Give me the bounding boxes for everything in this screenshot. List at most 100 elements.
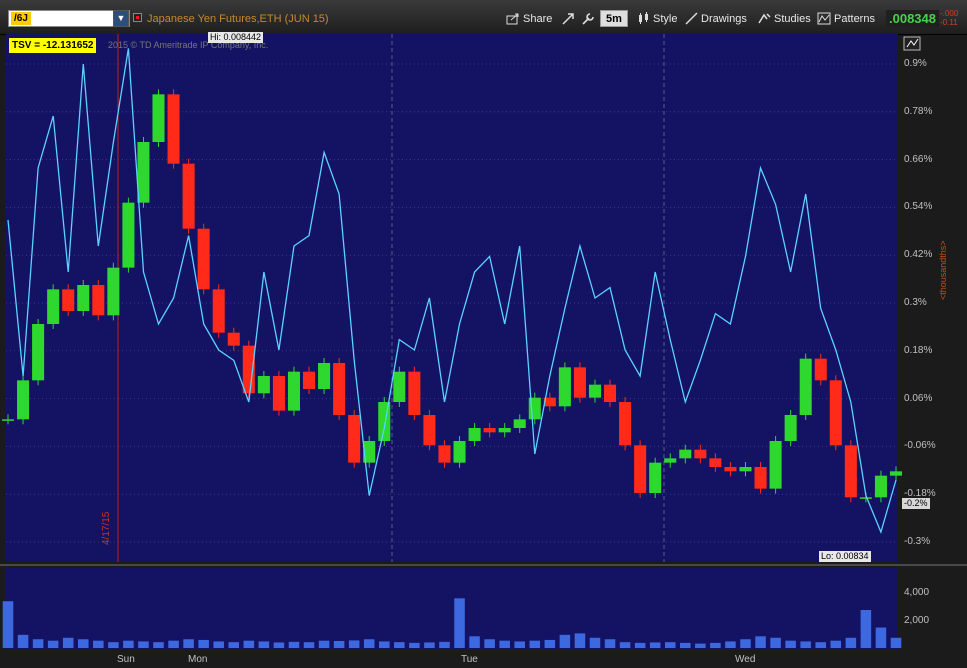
volume-bar xyxy=(108,642,119,648)
date-marker-label: 4/17/15 xyxy=(101,511,112,545)
volume-bar xyxy=(649,642,661,648)
volume-bar xyxy=(815,642,827,648)
volume-bar xyxy=(454,598,465,648)
volume-bar xyxy=(228,642,240,648)
chart-canvas[interactable] xyxy=(0,34,967,668)
price-candle xyxy=(558,367,571,407)
price-candle xyxy=(92,285,105,316)
candlestick-icon xyxy=(639,12,648,24)
volume-bar xyxy=(499,640,510,648)
volume-bar xyxy=(664,642,676,648)
price-candle xyxy=(468,428,481,441)
volume-bar xyxy=(93,640,104,648)
study-label: TSV xyxy=(12,40,32,51)
volume-bar xyxy=(77,639,89,648)
price-candle xyxy=(438,445,451,463)
volume-bar xyxy=(680,642,691,648)
volume-axis-label: 4,000 xyxy=(904,587,930,598)
patterns-label: Patterns xyxy=(834,12,875,25)
symbol-input[interactable]: /6J xyxy=(8,10,130,27)
share-button[interactable]: Share xyxy=(506,10,552,27)
price-candle xyxy=(393,371,406,402)
drawings-icon xyxy=(685,12,698,25)
price-axis-label: -0.06% xyxy=(904,440,936,452)
price-candle xyxy=(498,428,511,433)
timeframe-button[interactable]: 5m xyxy=(600,10,628,27)
time-label-mon: Mon xyxy=(188,654,208,665)
crosshair-icon xyxy=(562,12,574,25)
price-candle xyxy=(859,497,872,499)
volume-bar xyxy=(634,642,646,648)
studies-button[interactable]: Studies xyxy=(757,10,811,27)
price-candle xyxy=(212,289,225,333)
volume-bar xyxy=(574,633,586,648)
style-button[interactable]: Style xyxy=(637,10,677,27)
volume-bar xyxy=(710,642,721,648)
volume-bar xyxy=(409,642,420,648)
price-candle xyxy=(272,376,285,411)
price-candle xyxy=(152,94,165,142)
units-label: <thousandths> xyxy=(938,240,948,300)
price-candle xyxy=(257,376,270,394)
link-checkbox[interactable] xyxy=(133,13,142,22)
price-change: -.000 -0.11 xyxy=(940,9,967,27)
drawings-button[interactable]: Drawings xyxy=(685,10,747,27)
current-percent-label: -0.2% xyxy=(902,498,930,509)
percent-change: -0.11 xyxy=(940,18,958,27)
price-candle xyxy=(62,289,75,311)
volume-bar xyxy=(890,637,902,648)
price-axis-label: 0.66% xyxy=(904,153,933,165)
price-candle xyxy=(453,441,466,463)
price-candle xyxy=(604,384,617,402)
volume-bar xyxy=(303,642,315,648)
price-candle xyxy=(829,380,842,446)
volume-bar xyxy=(785,640,796,648)
instrument-description: Japanese Yen Futures,ETH (JUN 15) xyxy=(147,13,329,25)
price-candle xyxy=(17,380,30,420)
price-candle xyxy=(1,419,15,421)
chart-toolbar: /6J ▼ Japanese Yen Futures,ETH (JUN 15) … xyxy=(0,0,967,35)
volume-bar xyxy=(153,642,164,648)
symbol-dropdown-button[interactable]: ▼ xyxy=(113,10,129,27)
symbol-tag: /6J xyxy=(11,12,31,25)
price-candle xyxy=(769,441,782,489)
price-candle xyxy=(799,358,812,415)
volume-bar xyxy=(123,640,134,648)
chart-window: /6J ▼ Japanese Yen Futures,ETH (JUN 15) … xyxy=(0,0,967,668)
volume-bar xyxy=(348,640,360,648)
price-candle xyxy=(483,428,496,433)
volume-bar xyxy=(800,641,811,648)
volume-bar xyxy=(559,634,571,648)
volume-bar xyxy=(695,643,706,648)
drawings-label: Drawings xyxy=(701,12,747,25)
price-candle xyxy=(197,228,210,290)
price-candle xyxy=(754,467,767,489)
low-label: Lo: 0.00834 xyxy=(819,551,871,562)
volume-bar xyxy=(544,639,556,648)
settings-button[interactable] xyxy=(581,10,598,27)
volume-bar xyxy=(875,627,887,648)
volume-bar xyxy=(589,637,601,648)
net-change: -.000 xyxy=(940,9,959,18)
price-candle xyxy=(588,384,602,398)
price-candle xyxy=(122,202,135,268)
price-candle xyxy=(664,458,677,463)
volume-axis-label: 2,000 xyxy=(904,615,930,626)
volume-bar xyxy=(168,640,179,648)
price-candle xyxy=(784,415,797,441)
price-candle xyxy=(649,462,662,493)
last-price: .008348 xyxy=(886,10,939,27)
volume-bar xyxy=(394,642,405,648)
price-candle xyxy=(137,142,150,203)
price-candle xyxy=(889,471,903,476)
volume-bar xyxy=(529,640,541,648)
patterns-icon xyxy=(817,12,831,25)
price-axis-label: 0.9% xyxy=(904,58,927,69)
price-candle xyxy=(318,363,331,389)
price-candle xyxy=(814,358,827,381)
volume-bar xyxy=(288,641,300,648)
price-candle xyxy=(619,402,632,446)
studies-icon xyxy=(758,13,771,24)
drawing-tool-button[interactable] xyxy=(561,10,578,27)
patterns-button[interactable]: Patterns xyxy=(817,10,875,27)
